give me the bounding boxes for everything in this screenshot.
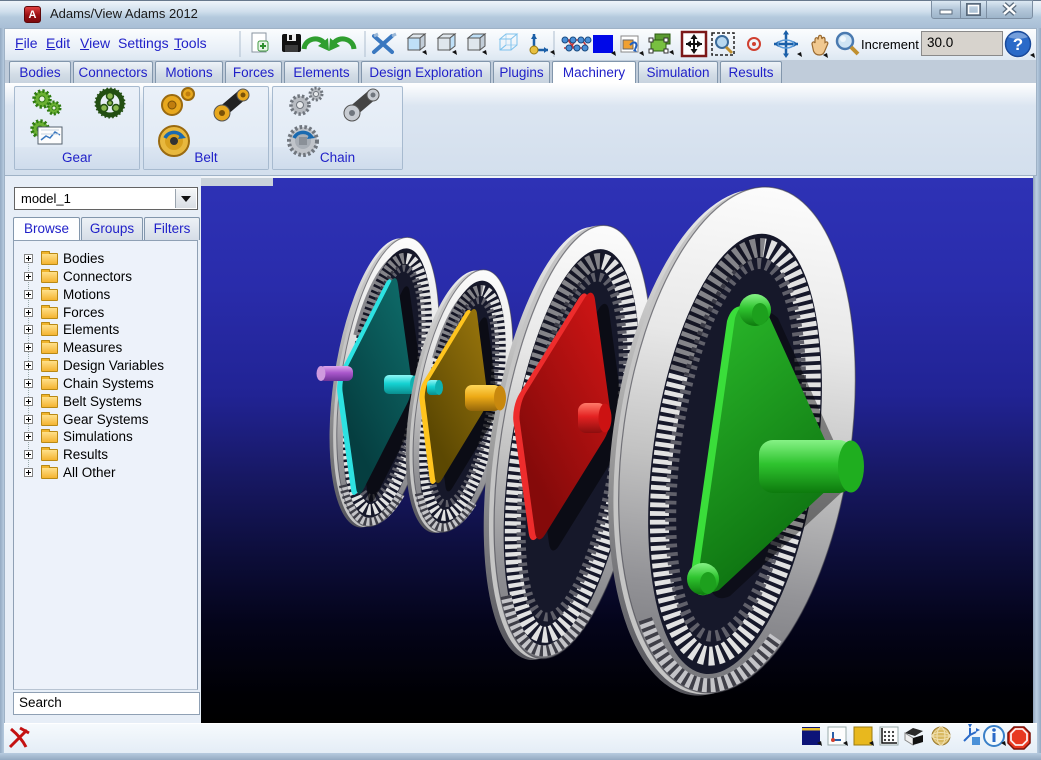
svg-text:?: ? xyxy=(1013,35,1023,54)
